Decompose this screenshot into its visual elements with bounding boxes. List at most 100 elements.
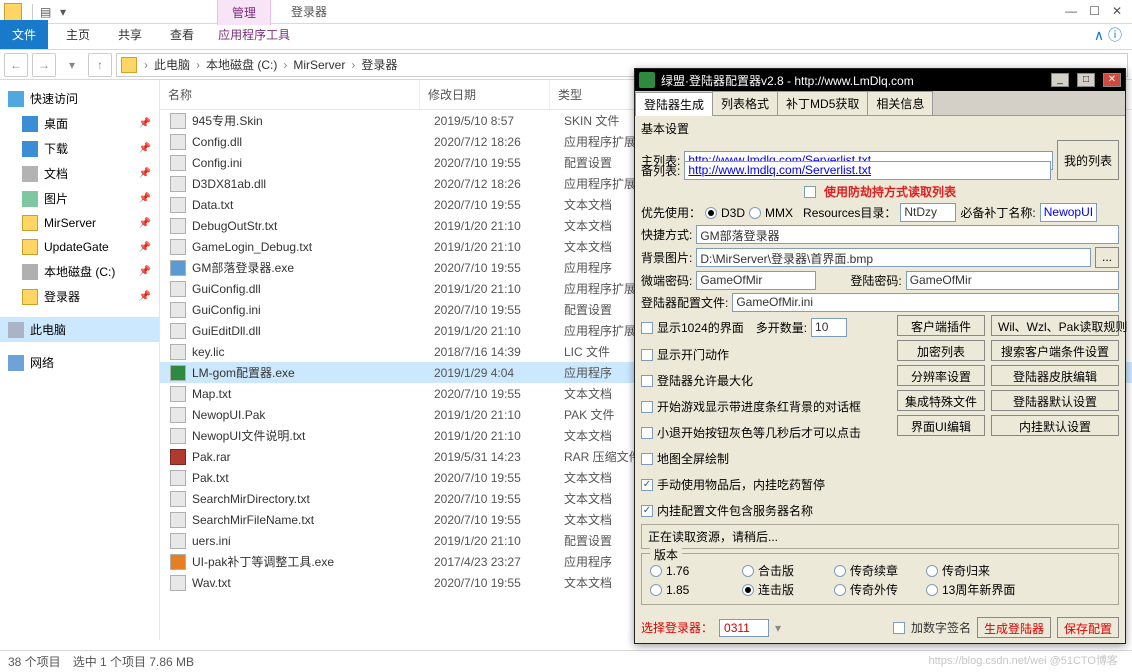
choose-login-input[interactable]: 0311 xyxy=(719,619,769,637)
file-icon xyxy=(170,239,186,255)
nav-localdisk[interactable]: 本地磁盘 (C:)📌 xyxy=(0,259,159,284)
signnum-checkbox[interactable] xyxy=(893,622,905,634)
side-button[interactable]: 搜索客户端条件设置 xyxy=(991,340,1119,361)
option-checkbox[interactable] xyxy=(641,453,653,465)
file-name: Map.txt xyxy=(192,387,426,401)
side-button[interactable]: 集成特殊文件 xyxy=(897,390,985,411)
d3d-radio[interactable] xyxy=(705,207,717,219)
file-name: GuiEditDll.dll xyxy=(192,324,426,338)
side-button[interactable]: 登陆器皮肤编辑 xyxy=(991,365,1119,386)
forward-button[interactable]: → xyxy=(32,53,56,77)
option-checkbox[interactable]: ✓ xyxy=(641,479,653,491)
dlg-close-button[interactable]: ✕ xyxy=(1103,73,1121,87)
nav-updategate[interactable]: UpdateGate📌 xyxy=(0,235,159,259)
shortcut-input[interactable]: GM部落登录器 xyxy=(696,225,1119,244)
my-list-button[interactable]: 我的列表 xyxy=(1057,140,1119,180)
file-name: GM部落登录器.exe xyxy=(192,259,426,276)
minimize-icon[interactable]: — xyxy=(1065,4,1077,18)
nav-loginer[interactable]: 登录器📌 xyxy=(0,284,159,309)
file-date: 2019/1/20 21:10 xyxy=(426,534,556,548)
login-pwd-input[interactable]: GameOfMir xyxy=(906,271,1119,290)
browse-button[interactable]: ... xyxy=(1095,247,1119,268)
option-checkbox[interactable] xyxy=(641,375,653,387)
side-button[interactable]: 分辨率设置 xyxy=(897,365,985,386)
mmx-radio[interactable] xyxy=(749,207,761,219)
file-tab[interactable]: 文件 xyxy=(0,20,48,49)
view-tab[interactable]: 查看 xyxy=(156,20,208,49)
maximize-icon[interactable]: ☐ xyxy=(1089,4,1100,18)
anti-hijack-checkbox[interactable] xyxy=(804,186,816,198)
version-radio[interactable] xyxy=(650,565,662,577)
nav-network[interactable]: 网络 xyxy=(0,350,159,375)
file-icon xyxy=(170,113,186,129)
dlg-minimize-button[interactable]: _ xyxy=(1051,73,1069,87)
document-icon xyxy=(22,166,38,182)
properties-icon[interactable]: ▤ xyxy=(40,5,54,19)
generate-button[interactable]: 生成登陆器 xyxy=(977,617,1051,638)
option-checkbox[interactable]: ✓ xyxy=(641,505,653,517)
dlg-maximize-button[interactable]: □ xyxy=(1077,73,1095,87)
folder-icon xyxy=(22,215,38,231)
home-tab[interactable]: 主页 xyxy=(52,20,104,49)
app-tools-tab[interactable]: 应用程序工具 xyxy=(208,20,300,49)
folder-icon xyxy=(22,239,38,255)
side-button[interactable]: Wil、Wzl、Pak读取规则 xyxy=(991,315,1119,336)
nav-thispc[interactable]: 此电脑 xyxy=(0,317,159,342)
tab-generate[interactable]: 登陆器生成 xyxy=(635,92,713,116)
backup-list-input[interactable]: http://www.lmdlq.com/Serverlist.txt xyxy=(684,161,1051,180)
tab-listformat[interactable]: 列表格式 xyxy=(712,91,778,115)
file-date: 2019/1/20 21:10 xyxy=(426,324,556,338)
header-date[interactable]: 修改日期 xyxy=(420,80,550,109)
button-column-2: Wil、Wzl、Pak读取规则搜索客户端条件设置登陆器皮肤编辑登陆器默认设置内挂… xyxy=(991,315,1119,522)
nav-quick-access[interactable]: 快速访问 xyxy=(0,86,159,111)
version-radio[interactable] xyxy=(742,565,754,577)
save-config-button[interactable]: 保存配置 xyxy=(1057,617,1119,638)
file-name: Pak.txt xyxy=(192,471,426,485)
patch-name-input[interactable]: NewopUI xyxy=(1040,203,1097,222)
back-button[interactable]: ← xyxy=(4,53,28,77)
share-tab[interactable]: 共享 xyxy=(104,20,156,49)
dialog-title: 绿盟·登陆器配置器v2.8 - http://www.LmDlq.com xyxy=(661,72,1043,89)
dropdown-icon[interactable]: ▾ xyxy=(60,5,74,19)
tab-md5[interactable]: 补丁MD5获取 xyxy=(777,91,868,115)
help-icon[interactable]: ∧ ⓘ xyxy=(1084,21,1132,49)
resdir-input[interactable]: NtDzy xyxy=(900,203,956,222)
nav-documents[interactable]: 文档📌 xyxy=(0,161,159,186)
side-button[interactable]: 界面UI编辑 xyxy=(897,415,985,436)
version-radio[interactable] xyxy=(742,584,754,596)
tab-info[interactable]: 相关信息 xyxy=(867,91,933,115)
version-radio[interactable] xyxy=(926,584,938,596)
file-date: 2020/7/10 19:55 xyxy=(426,303,556,317)
option-checkbox[interactable] xyxy=(641,427,653,439)
backup-list-label: 备列表: xyxy=(641,162,680,179)
dialog-titlebar[interactable]: 绿盟·登陆器配置器v2.8 - http://www.LmDlq.com _ □… xyxy=(635,69,1125,91)
close-icon[interactable]: ✕ xyxy=(1112,4,1122,18)
option-checkbox[interactable] xyxy=(641,349,653,361)
pin-icon: 📌 xyxy=(139,218,151,229)
file-date: 2020/7/10 19:55 xyxy=(426,576,556,590)
multi-open-input[interactable]: 10 xyxy=(811,318,847,337)
side-button[interactable]: 加密列表 xyxy=(897,340,985,361)
header-name[interactable]: 名称 xyxy=(160,80,420,109)
up-button[interactable]: ↑ xyxy=(88,53,112,77)
option-checkbox[interactable] xyxy=(641,322,653,334)
micro-pwd-input[interactable]: GameOfMir xyxy=(696,271,816,290)
version-radio[interactable] xyxy=(834,584,846,596)
version-radio[interactable] xyxy=(926,565,938,577)
nav-pictures[interactable]: 图片📌 xyxy=(0,186,159,211)
side-button[interactable]: 登陆器默认设置 xyxy=(991,390,1119,411)
file-icon xyxy=(170,533,186,549)
version-radio[interactable] xyxy=(650,584,662,596)
side-button[interactable]: 客户端插件 xyxy=(897,315,985,336)
nav-mirserver[interactable]: MirServer📌 xyxy=(0,211,159,235)
file-icon xyxy=(170,260,186,276)
version-radio[interactable] xyxy=(834,565,846,577)
recent-dropdown[interactable]: ▾ xyxy=(60,53,84,77)
cfg-file-input[interactable]: GameOfMir.ini xyxy=(732,293,1119,312)
nav-desktop[interactable]: 桌面📌 xyxy=(0,111,159,136)
file-name: Config.ini xyxy=(192,156,426,170)
nav-downloads[interactable]: 下载📌 xyxy=(0,136,159,161)
side-button[interactable]: 内挂默认设置 xyxy=(991,415,1119,436)
bg-input[interactable]: D:\MirServer\登录器\首界面.bmp xyxy=(696,248,1091,267)
option-checkbox[interactable] xyxy=(641,401,653,413)
